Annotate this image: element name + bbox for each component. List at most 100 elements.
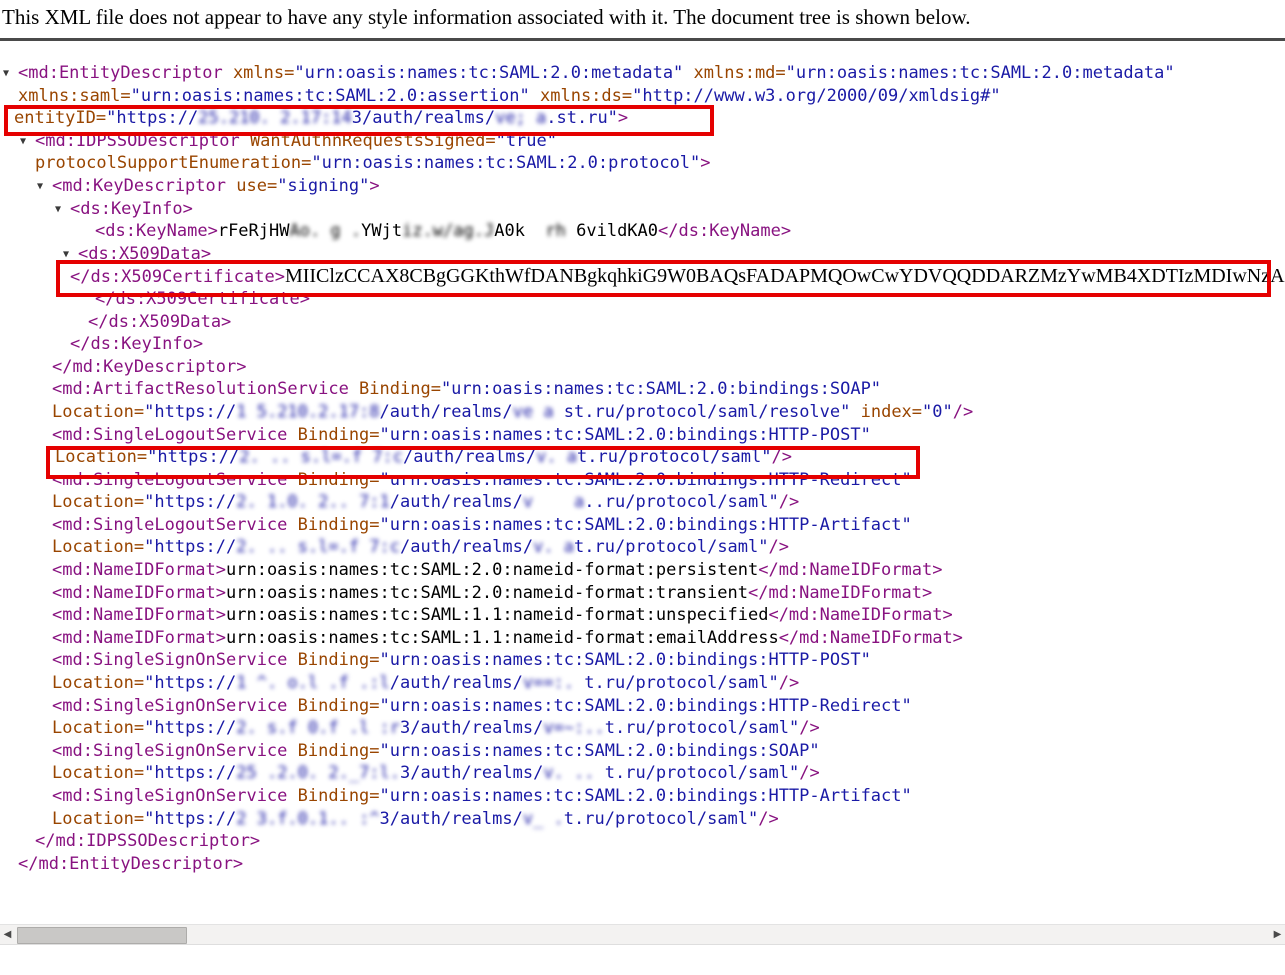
- xml-val: "urn:oasis:names:tc:SAML:2.0:metadata": [786, 63, 1175, 83]
- xml-tree: ▼<md:EntityDescriptor xmlns="urn:oasis:n…: [0, 62, 1285, 875]
- xml-tag: <md:SingleSignOnService: [52, 786, 287, 806]
- xml-tag: </ds:X509Certificate>: [95, 289, 310, 309]
- scrollbar-track[interactable]: [15, 925, 1270, 944]
- xml-tag: <md:EntityDescriptor: [18, 63, 223, 83]
- xml-text: A0k: [494, 221, 525, 241]
- xml-tag: <md:NameIDFormat>: [52, 605, 226, 625]
- collapse-arrow-icon[interactable]: ▼: [37, 176, 52, 199]
- xml-tag: <md:KeyDescriptor: [52, 176, 226, 196]
- xml-attr: Binding=: [287, 650, 379, 670]
- xml-val: /auth/realms/: [380, 402, 513, 422]
- xml-val: /auth/realms/: [390, 492, 523, 512]
- xml-tag: />: [779, 673, 799, 693]
- xml-line: <ds:KeyName>rFeRjHWAo. g .YWjtiz.w/ag.JA…: [0, 220, 1285, 243]
- xml-val: "urn:oasis:names:tc:SAML:2.0:bindings:SO…: [441, 379, 881, 399]
- xml-line: ▼<ds:X509Data>: [0, 243, 1285, 266]
- xml-tag: <md:NameIDFormat>: [52, 560, 226, 580]
- scroll-left-icon[interactable]: ◀: [0, 925, 15, 944]
- xml-val: "https://: [147, 447, 239, 467]
- xml-val: "urn:oasis:names:tc:SAML:2.0:protocol": [311, 153, 700, 173]
- xml-tag: <md:SingleLogoutService: [52, 425, 287, 445]
- collapse-arrow-icon[interactable]: ▼: [63, 244, 78, 267]
- xml-val: t.ru/protocol/saml": [577, 447, 771, 467]
- redacted-text: v==:.: [523, 673, 584, 693]
- xml-line: Location="https://1 ^. o.l .f .:l/auth/r…: [0, 672, 1285, 695]
- xml-viewer-page: This XML file does not appear to have an…: [0, 0, 1285, 975]
- xml-line: </ds:X509Certificate>MIIClzCCAX8CBgGGKth…: [0, 265, 1285, 288]
- redacted-text: iz.w/ag.J: [402, 221, 494, 241]
- xml-tag: <md:SingleSignOnService: [52, 696, 287, 716]
- xml-attr: Location=: [52, 718, 144, 738]
- xml-val: t.ru/protocol/saml": [584, 673, 778, 693]
- xml-line: xmlns:saml="urn:oasis:names:tc:SAML:2.0:…: [0, 85, 1285, 108]
- xml-tag: />: [799, 763, 819, 783]
- collapse-arrow-icon[interactable]: ▼: [3, 63, 18, 86]
- xml-tag: <md:NameIDFormat>: [52, 583, 226, 603]
- header-divider: [0, 38, 1285, 41]
- xml-line: </md:KeyDescriptor>: [0, 356, 1285, 379]
- xml-tag: </md:NameIDFormat>: [748, 583, 932, 603]
- xml-line: Location="https://2. s.f 0.f .l :r3/auth…: [0, 717, 1285, 740]
- scroll-right-icon[interactable]: ▶: [1270, 925, 1285, 944]
- xml-tag: </md:IDPSSODescriptor>: [35, 831, 260, 851]
- no-style-message: This XML file does not appear to have an…: [2, 5, 971, 30]
- xml-text: 6vildKA0: [576, 221, 658, 241]
- xml-tag: <md:IDPSSODescriptor: [35, 131, 240, 151]
- redacted-text: v. a: [536, 447, 577, 467]
- redacted-text: rh: [525, 221, 576, 241]
- xml-val: "true": [496, 131, 557, 151]
- xml-text: urn:oasis:names:tc:SAML:2.0:nameid-forma…: [226, 583, 748, 603]
- xml-val: "urn:oasis:names:tc:SAML:2.0:bindings:HT…: [380, 470, 912, 490]
- xml-text: rFeRjHW: [218, 221, 290, 241]
- xml-tag: </ds:KeyName>: [658, 221, 791, 241]
- xml-val: ..ru/protocol/saml": [584, 492, 778, 512]
- xml-tag: >: [700, 153, 710, 173]
- xml-tag: </ds:X509Data>: [88, 312, 231, 332]
- xml-tag: </md:NameIDFormat>: [758, 560, 942, 580]
- xml-tag: />: [779, 492, 799, 512]
- xml-val: /auth/realms/: [390, 673, 523, 693]
- xml-line: protocolSupportEnumeration="urn:oasis:na…: [0, 152, 1285, 175]
- xml-tag: >: [369, 176, 379, 196]
- xml-val: t.ru/protocol/saml": [605, 763, 799, 783]
- xml-attr: index=: [850, 402, 922, 422]
- xml-line: </ds:X509Data>: [0, 311, 1285, 334]
- xml-attr: WantAuthnRequestsSigned=: [240, 131, 496, 151]
- xml-line: Location="https://2 3.f.0.1.. :^3/auth/r…: [0, 808, 1285, 831]
- collapse-arrow-icon[interactable]: ▼: [20, 131, 35, 154]
- scrollbar-thumb[interactable]: [17, 927, 187, 944]
- xml-line: Location="https://25 .2.0. 2._7:l.3/auth…: [0, 762, 1285, 785]
- xml-val: "0": [922, 402, 953, 422]
- horizontal-scrollbar[interactable]: ◀ ▶: [0, 924, 1285, 945]
- xml-text: urn:oasis:names:tc:SAML:1.1:nameid-forma…: [226, 628, 779, 648]
- xml-val: "https://: [144, 763, 236, 783]
- xml-line: <md:SingleLogoutService Binding="urn:oas…: [0, 514, 1285, 537]
- xml-tag: </md:KeyDescriptor>: [52, 357, 246, 377]
- xml-tag: </md:NameIDFormat>: [779, 628, 963, 648]
- xml-tag: <md:SingleSignOnService: [52, 741, 287, 761]
- xml-line: ▼<md:KeyDescriptor use="signing">: [0, 175, 1285, 198]
- xml-tag: />: [758, 809, 778, 829]
- xml-line: <md:SingleSignOnService Binding="urn:oas…: [0, 695, 1285, 718]
- collapse-arrow-icon[interactable]: ▼: [55, 199, 70, 222]
- redacted-text: v a: [523, 492, 584, 512]
- xml-line: </ds:KeyInfo>: [0, 333, 1285, 356]
- xml-tag: />: [772, 447, 792, 467]
- xml-val: t.ru/protocol/saml": [574, 537, 768, 557]
- xml-val: .st.ru": [546, 108, 618, 128]
- xml-attr: Binding=: [287, 786, 379, 806]
- xml-line: <md:SingleSignOnService Binding="urn:oas…: [0, 740, 1285, 763]
- xml-tag: />: [769, 537, 789, 557]
- xml-val: "https://: [106, 108, 198, 128]
- xml-line: entityID="https://25.210. 2.17:143/auth/…: [0, 107, 1285, 130]
- xml-val: "https://: [144, 673, 236, 693]
- xml-tag: </ds:KeyInfo>: [70, 334, 203, 354]
- xml-val: "urn:oasis:names:tc:SAML:2.0:metadata": [294, 63, 683, 83]
- xml-line: Location="https://1 5.210.2.17:8/auth/re…: [0, 401, 1285, 424]
- redacted-text: 2 3.f.0.1.. :^: [236, 809, 379, 829]
- xml-attr: xmlns=: [223, 63, 295, 83]
- xml-attr: Binding=: [287, 470, 379, 490]
- redacted-text: v_ .: [523, 809, 564, 829]
- xml-tag: />: [953, 402, 973, 422]
- xml-val: "urn:oasis:names:tc:SAML:2.0:bindings:HT…: [380, 786, 912, 806]
